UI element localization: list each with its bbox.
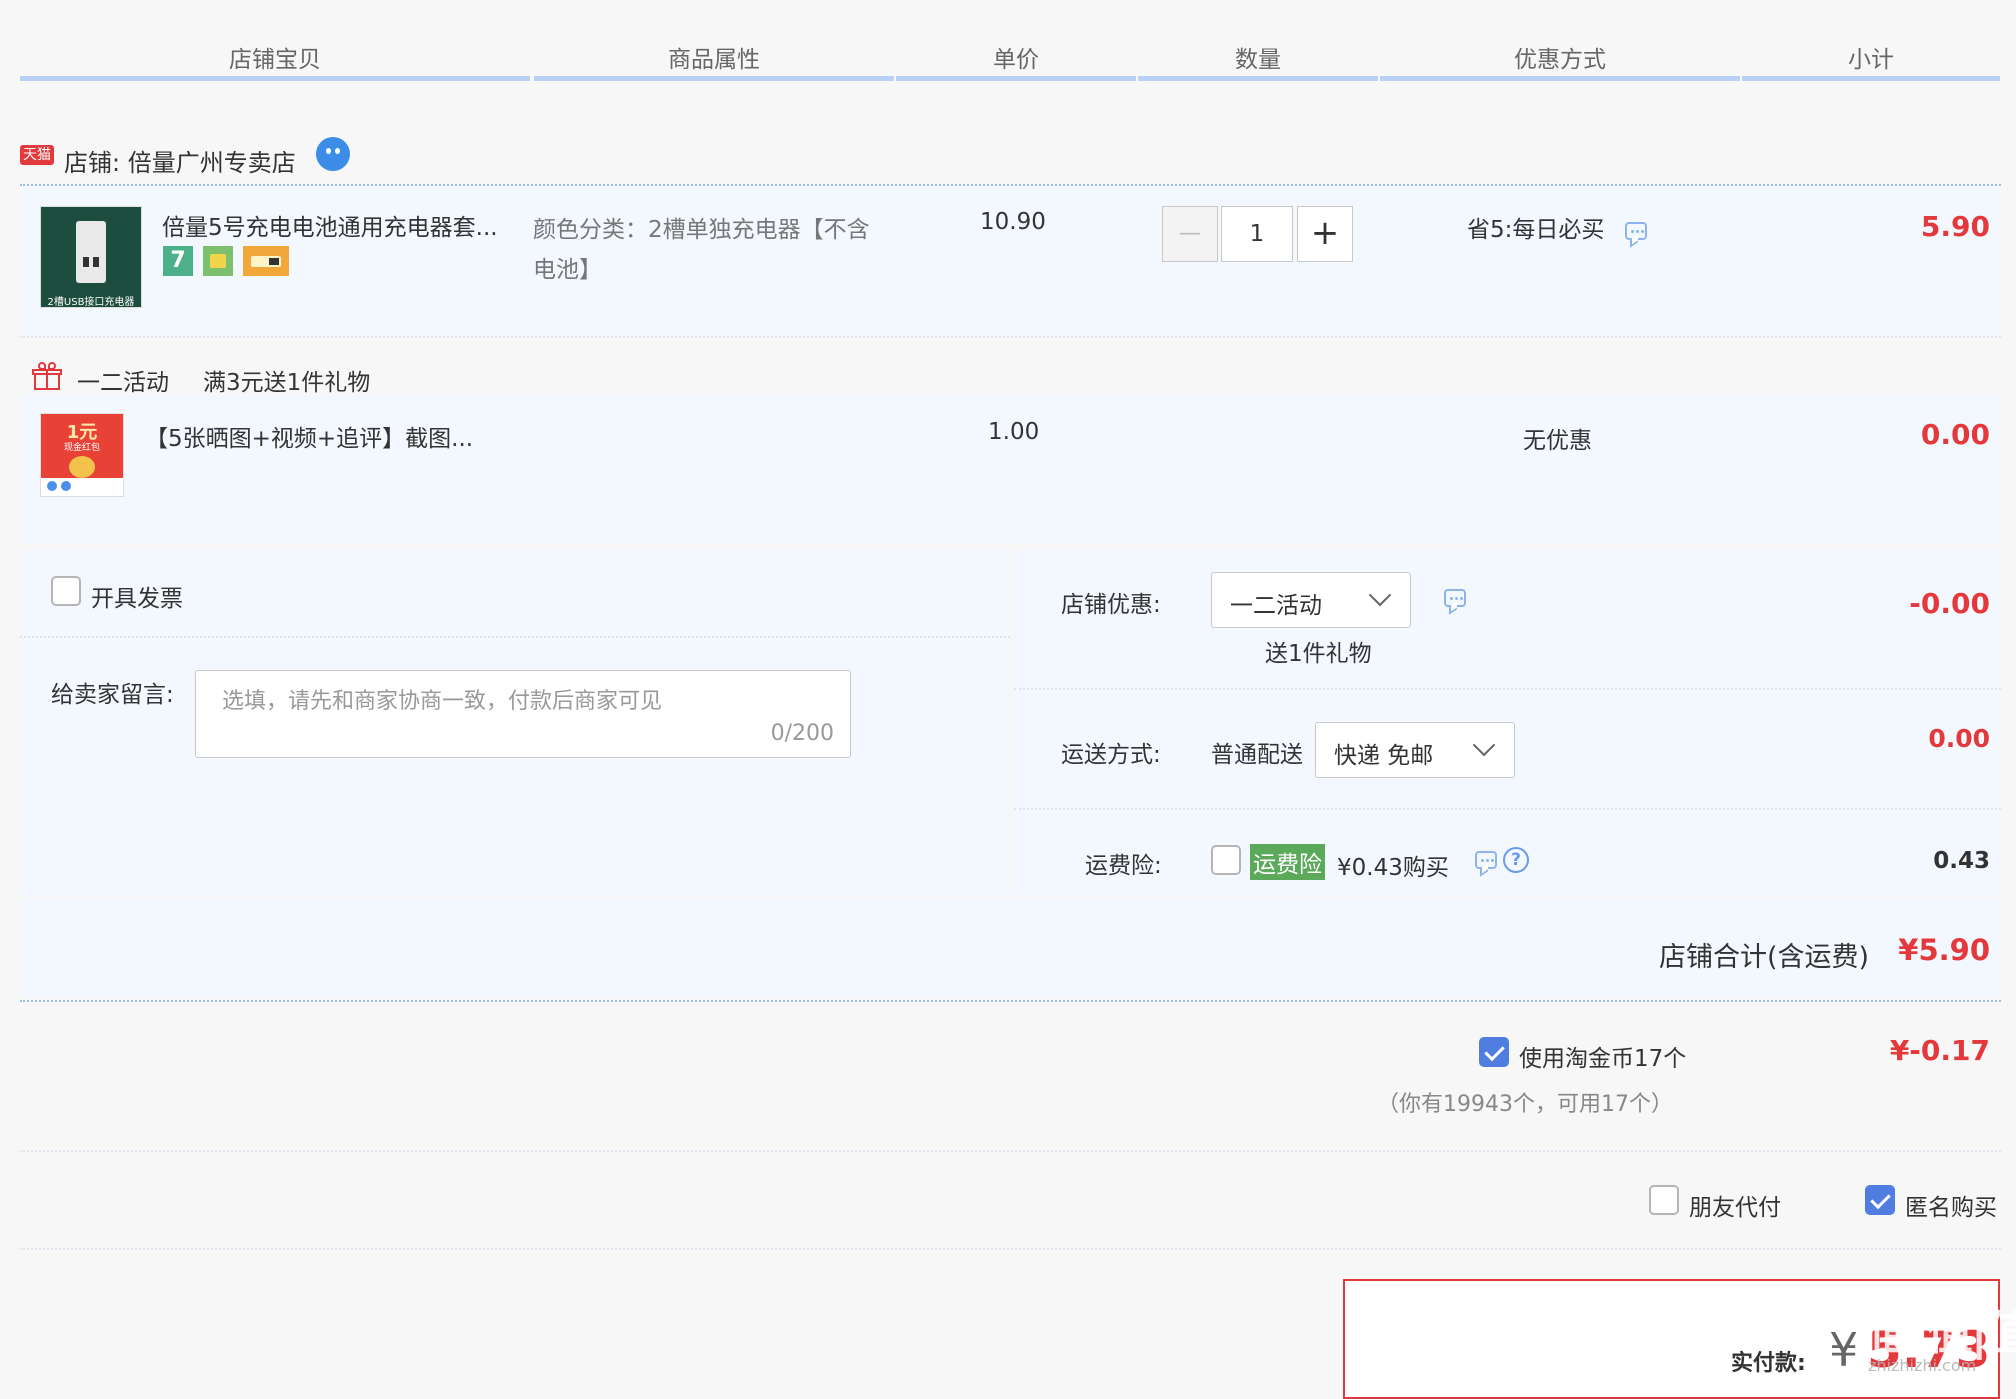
message-textarea[interactable]: 选填，请先和商家协商一致，付款后商家可见 0/200 — [195, 670, 851, 758]
divider — [1014, 808, 2001, 810]
quantity-input[interactable]: 1 — [1221, 206, 1293, 262]
gift-activity-name: 一二活动 — [77, 370, 169, 396]
shipping-amount: 0.00 — [1928, 724, 1990, 753]
payment-currency: ¥ — [1829, 1323, 1859, 1377]
comment-bubble-icon[interactable] — [1625, 222, 1647, 240]
guarantee-badge-icon[interactable] — [203, 246, 233, 276]
comment-bubble-icon[interactable] — [1475, 851, 1497, 869]
header-underline — [1138, 76, 1378, 81]
message-placeholder: 选填，请先和商家协商一致，付款后商家可见 — [222, 689, 663, 714]
header-underline — [896, 76, 1136, 81]
gift-thumbnail-sub: 现金红包 — [63, 443, 100, 453]
shop-discount-select[interactable]: 一二活动 — [1211, 572, 1411, 628]
header-underline — [1380, 76, 1740, 81]
coins-amount: ¥-0.17 — [1889, 1034, 1990, 1067]
shipping-method: 普通配送 — [1211, 742, 1303, 768]
watermark-site: zhizhizhi.com — [1868, 1356, 1977, 1375]
tmall-badge-label: 天猫 — [20, 145, 54, 165]
shop-discount-amount: -0.00 — [1909, 587, 1990, 620]
insurance-amount: 0.43 — [1933, 848, 1990, 874]
product-title[interactable]: 倍量5号充电电池通用充电器套... — [162, 208, 498, 242]
chevron-down-icon — [1472, 733, 1496, 757]
shop-total-label: 店铺合计(含运费) — [1659, 942, 1870, 973]
message-counter: 0/200 — [770, 721, 834, 746]
gift-activity-rule: 满3元送1件礼物 — [203, 370, 371, 396]
product-attributes: 颜色分类：2槽单独充电器【不含 — [533, 217, 870, 243]
divider — [1014, 688, 2001, 690]
friend-pay-label: 朋友代付 — [1689, 1195, 1781, 1221]
divider — [20, 336, 2001, 338]
cart-item-row — [20, 394, 2001, 544]
quantity-increase-button[interactable]: + — [1297, 206, 1353, 262]
shop-discount-selected: 一二活动 — [1230, 593, 1322, 619]
comment-bubble-icon[interactable] — [1444, 589, 1466, 607]
gift-product-title[interactable]: 【5张晒图+视频+追评】截图... — [145, 419, 473, 453]
friend-pay-checkbox[interactable] — [1649, 1185, 1679, 1215]
message-label: 给卖家留言: — [51, 682, 174, 708]
credit-card-badge-icon[interactable] — [243, 246, 289, 276]
product-attributes-cont: 电池】 — [533, 257, 602, 283]
header-underline — [20, 76, 530, 81]
gift-thumbnail[interactable]: 1元 现金红包 — [40, 413, 124, 497]
insurance-price: ¥0.43购买 — [1337, 855, 1449, 881]
invoice-checkbox[interactable] — [51, 576, 81, 606]
invoice-label: 开具发票 — [91, 586, 183, 612]
wangwang-chat-icon[interactable] — [316, 137, 350, 171]
coins-label: 使用淘金币17个 — [1519, 1046, 1687, 1072]
insurance-tag: 运费险 — [1250, 844, 1325, 880]
shipping-selected: 快递 免邮 — [1334, 743, 1434, 769]
item-subtotal: 5.90 — [1920, 210, 1990, 243]
shipping-select[interactable]: 快递 免邮 — [1315, 722, 1515, 778]
tmall-badge: 天猫 — [20, 144, 54, 165]
insurance-label: 运费险: — [1085, 853, 1162, 879]
insurance-checkbox[interactable] — [1211, 845, 1241, 875]
header-underline — [534, 76, 894, 81]
watermark-logo: 值|值|值 — [1868, 1306, 2016, 1360]
divider — [20, 1000, 2001, 1002]
anonymous-checkbox[interactable] — [1865, 1185, 1895, 1215]
chevron-down-icon — [1368, 583, 1392, 607]
gift-unit-price: 1.00 — [988, 419, 1040, 445]
coins-note: （你有19943个，可用17个） — [1377, 1092, 1673, 1117]
discount-label: 省5:每日必买 — [1467, 217, 1605, 243]
shop-total-amount: ¥5.90 — [1898, 933, 1990, 967]
product-thumbnail[interactable]: 2槽USB接口充电器 — [40, 206, 142, 308]
shop-name[interactable]: 店铺: 倍量广州专卖店 — [64, 143, 296, 178]
unit-price: 10.90 — [980, 209, 1046, 235]
help-icon[interactable]: ? — [1503, 847, 1529, 873]
shipping-label: 运送方式: — [1061, 742, 1161, 768]
anonymous-label: 匿名购买 — [1905, 1195, 1997, 1221]
divider — [20, 1248, 2001, 1250]
shop-discount-label: 店铺优惠: — [1061, 592, 1161, 618]
gift-subtotal: 0.00 — [1920, 418, 1990, 451]
quantity-decrease-button[interactable]: — — [1162, 206, 1218, 262]
header-underline — [1742, 76, 2000, 81]
gift-icon — [32, 360, 64, 392]
seven-day-return-badge[interactable]: 7 — [163, 246, 193, 276]
divider — [20, 636, 1010, 638]
shop-discount-note: 送1件礼物 — [1265, 641, 1372, 667]
gift-discount-label: 无优惠 — [1523, 428, 1592, 454]
coins-checkbox[interactable] — [1479, 1037, 1509, 1067]
thumbnail-caption: 2槽USB接口充电器 — [47, 297, 135, 308]
divider — [20, 1150, 2001, 1152]
payment-label: 实付款: — [1731, 1351, 1806, 1376]
